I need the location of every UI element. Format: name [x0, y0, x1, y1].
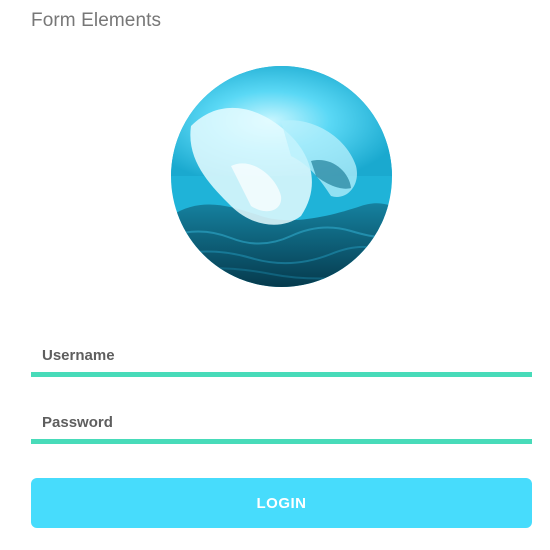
username-input[interactable] [31, 337, 532, 373]
form-elements-panel: Form Elements Username LOGIN [0, 0, 550, 550]
password-underline [31, 439, 532, 444]
login-button[interactable]: LOGIN [31, 478, 532, 528]
avatar-image [171, 66, 392, 287]
password-field [31, 404, 532, 444]
username-underline [31, 372, 532, 377]
password-input[interactable] [31, 404, 532, 440]
section-title: Form Elements [31, 10, 162, 31]
ocean-wave-icon [171, 66, 392, 287]
username-field [31, 337, 532, 377]
